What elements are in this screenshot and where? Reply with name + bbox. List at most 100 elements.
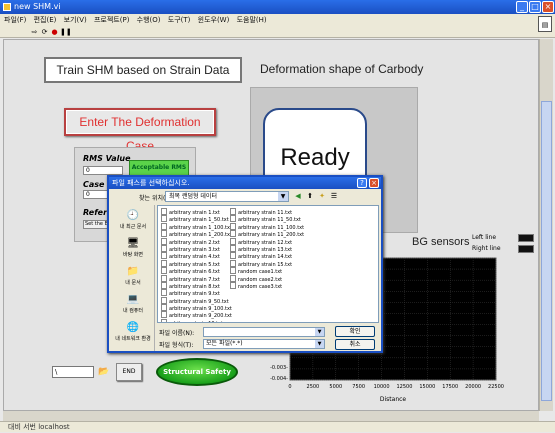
menu-window[interactable]: 윈도우(W) [198,16,230,24]
file-item[interactable]: arbitrary strain 9_100.txt [161,304,232,312]
file-item[interactable]: arbitrary strain 1_50.txt [161,215,232,223]
menu-view[interactable]: 보기(V) [64,16,87,24]
look-in-select[interactable]: 최목 랜덤형 데이터 ▼ [165,191,289,202]
page-title: Train SHM based on Strain Data [44,57,242,83]
menu-project[interactable]: 프로젝트(P) [94,16,129,24]
path-input[interactable]: \ [52,366,94,378]
x-tick-label: 12500 [396,384,412,390]
rms-label: RMS Value [83,154,131,163]
file-item[interactable]: arbitrary strain 11.txt [230,208,304,216]
filetype-label: 파일 형식(T): [159,342,194,349]
chart-y-ticks: -0.003- -0.004- [270,365,288,382]
file-item[interactable]: arbitrary strain 10.txt [161,319,232,322]
file-item[interactable]: arbitrary strain 8.txt [161,282,232,290]
scroll-thumb[interactable] [541,101,552,401]
run-arrow-icon[interactable]: ⇨ [30,28,39,36]
view-menu-icon[interactable]: ☰ [329,191,339,201]
file-item[interactable]: arbitrary strain 1.txt [161,208,232,216]
menu-help[interactable]: 도움말(H) [237,16,267,24]
file-item[interactable]: arbitrary strain 11_200.txt [230,230,304,238]
menu-file[interactable]: 파일(F) [4,16,26,24]
enter-deformation-button[interactable]: Enter The Deformation Case [64,108,216,153]
ok-button[interactable]: 확인 [335,326,375,337]
back-icon[interactable]: ◀ [293,191,303,201]
dialog-close-button[interactable]: × [369,178,379,188]
menu-tools[interactable]: 도구(T) [168,16,191,24]
file-item[interactable]: arbitrary strain 11_100.txt [230,223,304,231]
x-tick-label: 22500 [488,384,504,390]
maximize-button[interactable]: □ [529,1,541,13]
close-button[interactable]: × [542,1,554,13]
menu-bar: 파일(F) 편집(E) 보기(V) 프로젝트(P) 수행(O) 도구(T) 윈도… [0,14,555,26]
file-item[interactable]: arbitrary strain 9.txt [161,289,232,297]
end-button[interactable]: END [116,363,142,381]
x-tick-label: 20000 [465,384,481,390]
file-item[interactable]: random case1.txt [230,267,304,275]
place-label: 내 문서 [125,280,141,286]
deformation-label: Deformation shape of Carbody [260,62,424,76]
menu-operate[interactable]: 수행(O) [137,16,161,24]
vertical-scrollbar[interactable] [539,39,553,411]
file-list: arbitrary strain 1.txt arbitrary strain 1… [157,205,379,323]
legend-label: Left line [472,234,497,241]
up-folder-icon[interactable]: ⬆ [305,191,315,201]
chart-x-ticks: 0 2500 5000 7500 10000 12500 15000 17500 20000 22… [288,384,504,390]
place-documents[interactable]: 📁 내 문서 [113,265,153,286]
file-dialog: 파일 패스를 선택하십시오. ? × 찾는 위치(I): 최목 랜덤형 데이터 … [107,175,383,353]
app-icon [3,3,11,11]
file-item[interactable]: arbitrary strain 2.txt [161,238,232,246]
abort-icon[interactable]: ● [50,28,59,36]
acceptable-rms-indicator: Acceptable RMS [129,160,189,176]
places-bar: 🕘 내 최근 문서 🖥 바탕 화면 📁 내 문서 💻 내 컴퓨터 🌐 내 네트워크 환경 [111,205,155,351]
file-item[interactable]: arbitrary strain 3.txt [161,245,232,253]
place-network[interactable]: 🌐 내 네트워크 환경 [113,321,153,342]
file-item[interactable]: arbitrary strain 6.txt [161,267,232,275]
x-tick-label: 0 [288,384,291,390]
x-tick-label: 10000 [374,384,390,390]
file-column: arbitrary strain 11.txt arbitrary strain … [230,208,304,290]
filetype-value: 모든 파일(*.*) [206,340,243,347]
x-tick-label: 2500 [307,384,320,390]
minimize-button[interactable]: _ [516,1,528,13]
structural-safety-button[interactable]: Structural Safety [156,358,238,386]
file-item[interactable]: arbitrary strain 12.txt [230,238,304,246]
file-item[interactable]: arbitrary strain 11_50.txt [230,215,304,223]
x-tick-label: 7500 [352,384,365,390]
y-tick-label: -0.003- [270,365,288,371]
place-recent[interactable]: 🕘 내 최근 문서 [113,209,153,230]
legend-item: Left line [472,233,538,243]
cancel-button[interactable]: 취소 [335,339,375,350]
dialog-help-button[interactable]: ? [357,178,367,188]
file-item[interactable]: random case3.txt [230,282,304,290]
place-label: 내 컴퓨터 [123,308,143,314]
place-label: 내 네트워크 환경 [115,336,151,342]
file-item[interactable]: arbitrary strain 5.txt [161,260,232,268]
file-item[interactable]: arbitrary strain 9_200.txt [161,311,232,319]
horizontal-scrollbar[interactable] [3,411,539,421]
place-desktop[interactable]: 🖥 바탕 화면 [113,237,153,258]
menu-edit[interactable]: 편집(E) [34,16,57,24]
file-item[interactable]: random case2.txt [230,275,304,283]
toolbar: ⇨ ⟳ ● ❚❚ [0,26,555,38]
filename-input[interactable]: ▼ [203,327,325,337]
filename-label: 파일 이름(N): [159,330,195,337]
file-item[interactable]: arbitrary strain 1_200.txt [161,230,232,238]
file-item[interactable]: arbitrary strain 4.txt [161,252,232,260]
file-item[interactable]: arbitrary strain 7.txt [161,275,232,283]
file-item[interactable]: arbitrary strain 1_100.txt [161,223,232,231]
browse-folder-icon[interactable]: 📂 [98,366,110,378]
file-item[interactable]: arbitrary strain 13.txt [230,245,304,253]
file-item[interactable]: arbitrary strain 15.txt [230,260,304,268]
new-folder-icon[interactable]: ✦ [317,191,327,201]
place-label: 내 최근 문서 [119,224,147,230]
window-titlebar: new SHM.vi _ □ × [0,0,555,14]
dialog-title: 파일 패스를 선택하십시오. [109,177,381,189]
vi-corner-icon: ▤ [538,16,552,32]
file-item[interactable]: arbitrary strain 9_50.txt [161,297,232,305]
place-computer[interactable]: 💻 내 컴퓨터 [113,293,153,314]
filetype-select[interactable]: 모든 파일(*.*) ▼ [203,339,325,349]
file-item[interactable]: arbitrary strain 14.txt [230,252,304,260]
pause-icon[interactable]: ❚❚ [60,28,72,36]
run-continuous-icon[interactable]: ⟳ [40,28,49,36]
place-label: 바탕 화면 [123,252,143,258]
